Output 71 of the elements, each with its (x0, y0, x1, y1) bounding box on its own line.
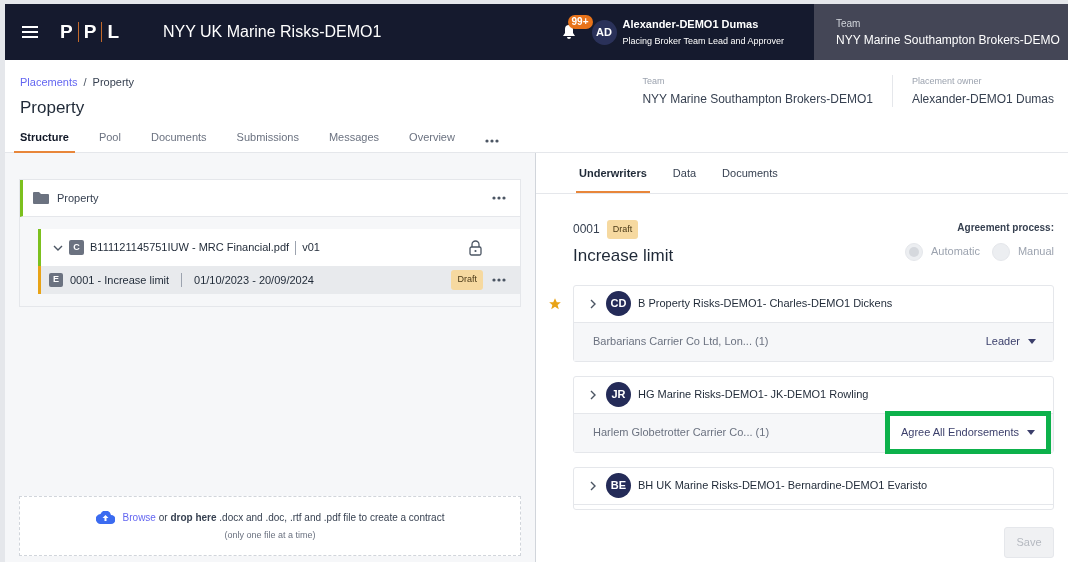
radio-label: Automatic (931, 244, 980, 260)
user-avatar[interactable]: AD (591, 19, 617, 45)
team-panel[interactable]: Team NYY Marine Southampton Brokers-DEMO (814, 4, 1068, 60)
tab[interactable]: Documents (722, 165, 778, 193)
radio-button[interactable] (991, 242, 1010, 261)
contract-version: v01 (302, 240, 321, 256)
meta-value: NYY Marine Southampton Brokers-DEMO1 (642, 90, 873, 108)
contract-name: B111121145751IUW - MRC Financial.pdf (90, 240, 290, 256)
meta-label: Placement owner (911, 75, 983, 88)
folder-icon (33, 192, 49, 204)
logo-letter: L (107, 19, 119, 44)
underwriter-avatar: BE (606, 473, 631, 498)
meta-value: Alexander-DEMO1 Dumas (911, 90, 1054, 108)
team-label: Team (836, 16, 862, 31)
endorsement-name: 0001 - Increase limit (70, 272, 170, 288)
more-icon[interactable] (492, 278, 506, 282)
contract-row[interactable]: C B111121145751IUW - MRC Financial.pdf v01 (38, 229, 520, 266)
meta-label: Team (642, 75, 666, 88)
user-role: Placing Broker Team Lead and Approver (622, 34, 784, 48)
logo-letter: P (83, 19, 97, 44)
radio-button[interactable] (905, 242, 923, 261)
underwriter-avatar: JR (606, 382, 631, 407)
breadcrumb-link[interactable]: Placements (20, 74, 78, 91)
tab[interactable]: Underwriters (576, 165, 650, 193)
chevron-icon[interactable] (588, 389, 598, 400)
upload-instructions: Browse or drop here .docx and .doc, .rtf and .pdf file to create a contract (122, 510, 445, 525)
tab[interactable]: Documents (150, 129, 207, 153)
folder-name: Property (57, 190, 100, 206)
status-badge: Draft (606, 219, 639, 239)
tab[interactable]: Messages (328, 129, 380, 153)
tab[interactable]: Pool (98, 129, 121, 153)
carrier-name: Harlem Globetrotter Carrier Co... (1) (593, 425, 771, 441)
underwriter-name: HG Marine Risks-DEMO1- JK-DEMO1 Rowling (638, 387, 869, 403)
browse-link[interactable]: Browse (122, 511, 156, 523)
upload-area[interactable]: Browse or drop here .docx and .doc, .rtf and .pdf file to create a contract (only one file at a time) (19, 496, 521, 556)
cloud-upload-icon (95, 510, 115, 524)
agreement-label: Agreement process: (957, 220, 1054, 235)
endorsement-number: 0001 (573, 221, 600, 239)
action-dropdown[interactable]: Leader (985, 333, 1036, 350)
menu-icon[interactable] (22, 26, 38, 38)
endorsement-row[interactable]: E 0001 - Increase limit 01/10/2023 - 20/09/2024 Draft (38, 266, 520, 294)
page-title: Property (20, 96, 86, 119)
more-icon[interactable] (492, 196, 506, 200)
underwriter-name: B Property Risks-DEMO1- Charles-DEMO1 Dickens (638, 296, 893, 312)
folder-row[interactable]: Property (20, 180, 520, 217)
contract-badge: C (69, 240, 84, 255)
bell-icon[interactable] (561, 24, 576, 40)
endorsement-badge: E (49, 273, 63, 287)
underwriter-avatar: CD (606, 291, 631, 316)
tab[interactable]: Submissions (236, 129, 299, 153)
breadcrumb-current: Property (92, 75, 135, 90)
tab[interactable]: Overview (409, 129, 455, 153)
endorsement-title: Increase limit (573, 245, 675, 267)
more-icon[interactable] (484, 138, 499, 143)
team-name: NYY Marine Southampton Brokers-DEMO (836, 31, 1061, 49)
radio-label: Manual (1017, 244, 1054, 260)
caret-icon (1027, 430, 1035, 435)
user-name: Alexander-DEMO1 Dumas (622, 17, 760, 32)
notification-badge: 99+ (567, 15, 593, 29)
tab[interactable]: Data (672, 165, 697, 193)
carrier-name: Barbarians Carrier Co Ltd, Lon... (1) (593, 334, 770, 350)
chevron-icon[interactable] (588, 298, 598, 309)
underwriter-name: BH UK Marine Risks-DEMO1- Bernardine-DEMO1 Evaristo (638, 478, 928, 494)
breadcrumb-separator: / (83, 75, 87, 90)
chevron-icon[interactable] (588, 480, 598, 491)
endorsement-dates: 01/10/2023 - 20/09/2024 (194, 272, 315, 288)
upload-note: (only one file at a time) (224, 528, 316, 542)
workspace-title: NYY UK Marine Risks-DEMO1 (163, 22, 382, 42)
logo-letter: P (60, 19, 73, 44)
caret-icon (1028, 339, 1036, 344)
status-badge: Draft (451, 270, 483, 290)
